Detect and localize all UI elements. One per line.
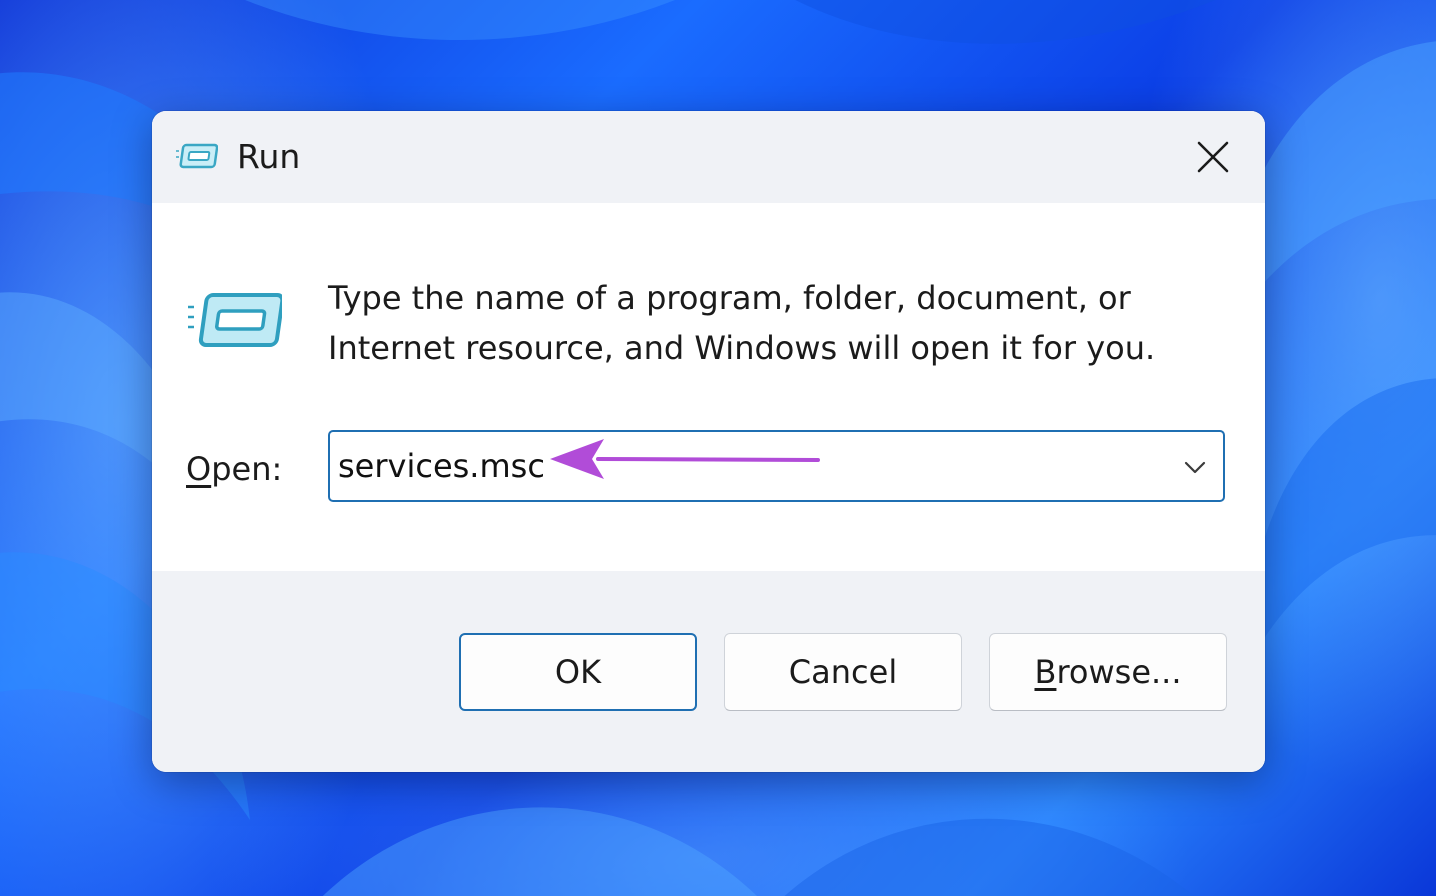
close-button[interactable] [1180,129,1246,185]
dialog-footer: OK Cancel Browse... [152,571,1265,772]
open-label-text: pen: [211,450,283,488]
run-app-icon [188,293,282,347]
cancel-button[interactable]: Cancel [724,633,962,711]
close-icon [1197,141,1229,173]
browse-accelerator: B [1034,653,1057,691]
browse-button[interactable]: Browse... [989,633,1227,711]
description-line-2: Internet resource, and Windows will open… [328,329,1156,367]
open-input-value[interactable]: services.msc [338,444,545,488]
dialog-body: Type the name of a program, folder, docu… [152,203,1265,571]
run-dialog: Run Type the name of a program, folder, … [152,111,1265,772]
title-bar: Run [152,111,1265,203]
arrow-left-annotation [550,439,820,479]
browse-label: rowse... [1056,653,1182,691]
dialog-title: Run [237,137,301,176]
chevron-down-icon[interactable] [1180,454,1210,480]
run-app-icon [176,143,218,169]
ok-button[interactable]: OK [459,633,697,711]
open-label-accelerator: O [186,450,212,488]
open-label: Open: [186,447,282,491]
description-line-1: Type the name of a program, folder, docu… [328,279,1131,317]
dialog-description: Type the name of a program, folder, docu… [328,273,1208,373]
